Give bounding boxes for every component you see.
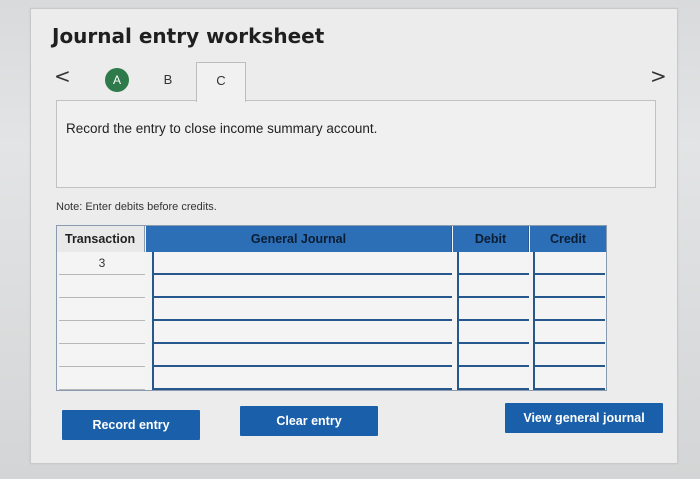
transaction-cell [59,275,145,298]
account-input[interactable] [152,344,452,367]
debit-input[interactable] [457,321,529,344]
journal-table: Transaction General Journal Debit Credit… [56,225,607,391]
debit-input[interactable] [457,252,529,275]
tab-c[interactable]: C [196,62,246,102]
view-general-journal-button[interactable]: View general journal [505,403,663,433]
table-row [57,275,606,298]
account-input[interactable] [152,252,452,275]
prompt-box [56,100,656,188]
prompt-text: Record the entry to close income summary… [66,121,378,136]
credit-input[interactable] [533,252,605,275]
clear-entry-button[interactable]: Clear entry [240,406,378,436]
account-input[interactable] [152,298,452,321]
column-header-debit: Debit [453,226,529,252]
debit-input[interactable] [457,344,529,367]
table-row [57,367,606,390]
transaction-cell [59,321,145,344]
account-input[interactable] [152,367,452,390]
account-input[interactable] [152,275,452,298]
tab-b[interactable]: B [158,70,178,90]
chevron-left-icon[interactable]: < [54,64,71,88]
table-row: 3 [57,252,606,275]
tab-a[interactable]: A [105,68,129,92]
debit-input[interactable] [457,298,529,321]
debit-input[interactable] [457,275,529,298]
table-row [57,298,606,321]
column-header-credit: Credit [530,226,606,252]
credit-input[interactable] [533,298,605,321]
table-row [57,344,606,367]
transaction-cell: 3 [59,252,145,275]
transaction-cell [59,298,145,321]
credit-input[interactable] [533,321,605,344]
credit-input[interactable] [533,367,605,390]
column-header-transaction: Transaction [57,226,145,252]
chevron-right-icon[interactable]: > [650,64,667,88]
record-entry-button[interactable]: Record entry [62,410,200,440]
note-text: Note: Enter debits before credits. [56,201,217,213]
debit-input[interactable] [457,367,529,390]
transaction-cell [59,367,145,390]
transaction-cell [59,344,145,367]
account-input[interactable] [152,321,452,344]
column-header-general-journal: General Journal [146,226,452,252]
credit-input[interactable] [533,344,605,367]
table-row [57,321,606,344]
credit-input[interactable] [533,275,605,298]
page-title: Journal entry worksheet [52,24,325,48]
